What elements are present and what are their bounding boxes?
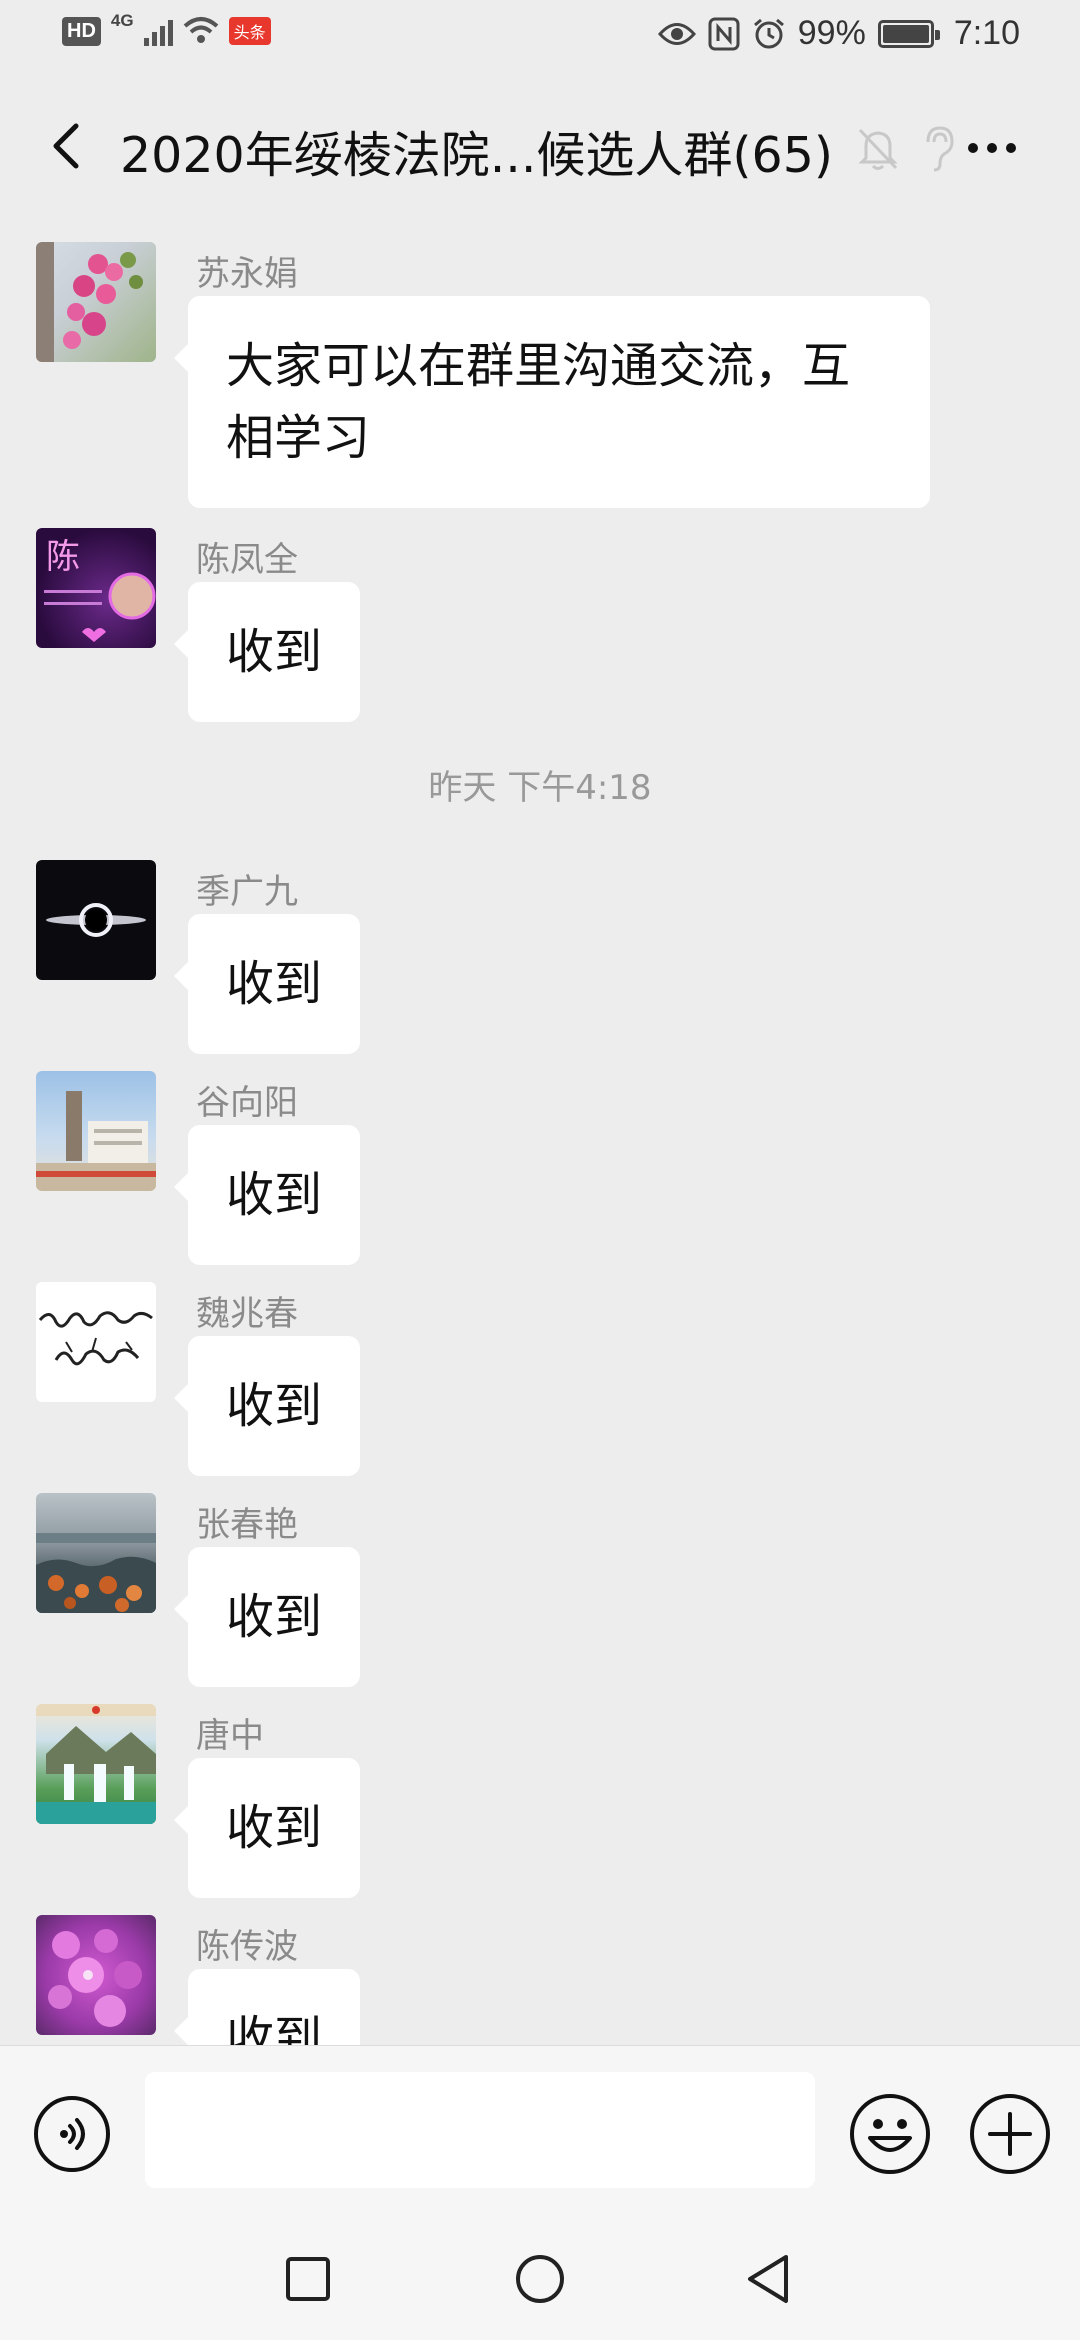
clock: 7:10 [953,14,1020,52]
flower-image [36,242,143,362]
input-bar [0,2045,1080,2215]
message-bubble[interactable]: 大家可以在群里沟通交流，互相学习 [174,296,930,508]
home-icon[interactable] [514,2253,566,2305]
alarm-icon [753,18,784,48]
message-bubble[interactable]: 收到 [173,1547,361,1687]
calligraphy-image [38,1311,153,1366]
message-text: 收到 [226,1589,323,1645]
waterfall-image [36,1704,156,1824]
message-bubble[interactable]: 收到 [173,1969,361,2045]
avatar[interactable] [36,1704,156,1824]
timestamp: 昨天 下午4:18 [428,768,652,808]
eye-icon [657,22,696,45]
chat-title: 2020年绥棱法院...候选人群(65) [120,127,834,184]
sender-name: 魏兆春 [196,1294,298,1334]
more-options-icon[interactable] [968,128,1028,168]
avatar[interactable] [36,860,156,980]
sender-name: 苏永娟 [196,254,298,294]
sender-name: 陈凤全 [196,540,298,580]
mute-bell-icon [858,128,898,170]
battery-percent: 99% [797,14,866,52]
ear-icon [926,126,954,172]
coast-image [36,1533,156,1613]
avatar[interactable] [36,1493,156,1613]
avatar[interactable] [36,242,156,362]
plus-icon[interactable] [968,2092,1052,2176]
building-image [36,1091,156,1191]
hd-indicator: HD [62,16,101,46]
message-text: 收到 [226,624,323,680]
message-bubble[interactable]: 收到 [173,582,361,722]
message-text: 大家可以在群里沟通交流，互相学习 [226,338,851,466]
status-bar: HD 4G 头条 99% 7:10 [0,0,1080,72]
message-input[interactable] [145,2072,815,2188]
avatar[interactable] [36,1915,156,2035]
svg-text:陈: 陈 [46,537,80,577]
neon-avatar-image: 陈 [44,537,156,642]
message-bubble[interactable]: 收到 [173,1125,361,1265]
message-text: 收到 [226,1167,323,1223]
avatar[interactable] [36,1282,156,1402]
avatar[interactable]: 陈 [36,528,156,648]
status-right: 99% 7:10 [657,14,1020,53]
message-bubble[interactable]: 收到 [173,1758,361,1898]
sender-name: 陈传波 [196,1927,298,1967]
network-type: 4G [110,11,134,30]
sender-name: 季广九 [196,872,298,912]
message-text: 收到 [226,1800,323,1856]
chat-header: 2020年绥棱法院...候选人群(65) [0,72,1080,220]
blackhole-image [46,903,146,937]
avatar[interactable] [36,1071,156,1191]
message-bubble[interactable]: 收到 [173,1336,361,1476]
voice-input-icon[interactable] [32,2094,112,2174]
emoji-icon[interactable] [848,2092,932,2176]
wifi-icon [183,17,218,43]
system-nav-bar [0,2215,1080,2340]
message-text: 收到 [226,956,323,1012]
sender-name: 谷向阳 [196,1083,298,1123]
back-icon[interactable] [40,116,100,176]
battery-icon [877,19,940,48]
purple-flower-image [48,1929,142,2027]
toutiao-badge: 头条 [228,17,271,45]
status-left: HD 4G 头条 [62,11,271,46]
sender-name: 唐中 [196,1716,264,1756]
signal-icon [143,16,173,46]
message-bubble[interactable]: 收到 [173,914,361,1054]
nfc-icon [708,17,740,50]
message-text: 收到 [226,1378,323,1434]
back-nav-icon[interactable] [744,2253,794,2305]
message-text: 收到 [226,2011,323,2045]
recents-icon[interactable] [284,2255,334,2305]
chat-messages[interactable]: 苏永娟 大家可以在群里沟通交流，互相学习 陈 陈凤全 收到 昨天 下午4:18 [0,220,1080,2045]
sender-name: 张春艳 [196,1505,298,1545]
